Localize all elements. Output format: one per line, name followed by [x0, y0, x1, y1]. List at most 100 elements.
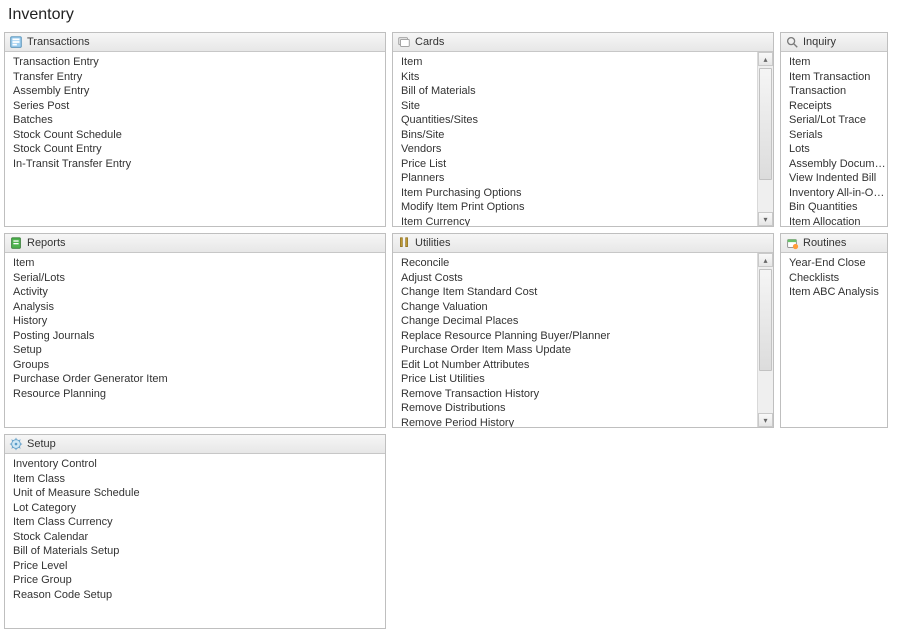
list-item[interactable]: Activity — [13, 285, 385, 300]
list-item[interactable]: Bins/Site — [401, 128, 757, 143]
list-item[interactable]: Change Decimal Places — [401, 314, 757, 329]
list-item[interactable]: Setup — [13, 343, 385, 358]
list-item[interactable]: Lot Category — [13, 501, 385, 516]
list-item[interactable]: Replace Resource Planning Buyer/Planner — [401, 329, 757, 344]
list-item[interactable]: Stock Calendar — [13, 530, 385, 545]
list-item[interactable]: Item Currency — [401, 215, 757, 227]
scrollbar-utilities[interactable]: ▴ ▾ — [757, 253, 773, 427]
scroll-track[interactable] — [758, 66, 773, 212]
panel-header-cards: Cards — [393, 33, 773, 52]
scroll-up-icon[interactable]: ▴ — [758, 52, 773, 66]
panel-title-reports: Reports — [27, 237, 66, 249]
list-item[interactable]: Planners — [401, 171, 757, 186]
list-item[interactable]: Item ABC Analysis — [789, 285, 887, 300]
scroll-up-icon[interactable]: ▴ — [758, 253, 773, 267]
list-setup: Inventory Control Item Class Unit of Mea… — [5, 454, 385, 628]
panel-header-utilities: Utilities — [393, 234, 773, 253]
scroll-track[interactable] — [758, 267, 773, 413]
panel-header-inquiry: Inquiry — [781, 33, 887, 52]
list-item[interactable]: Analysis — [13, 300, 385, 315]
list-item[interactable]: Series Post — [13, 99, 385, 114]
transactions-icon — [9, 35, 23, 49]
list-item[interactable]: Item Purchasing Options — [401, 186, 757, 201]
list-item[interactable]: Reason Code Setup — [13, 588, 385, 603]
list-item[interactable]: Groups — [13, 358, 385, 373]
list-item[interactable]: Item — [13, 256, 385, 271]
panel-cards: Cards Item Kits Bill of Materials Site Q… — [392, 32, 774, 227]
scroll-down-icon[interactable]: ▾ — [758, 212, 773, 226]
list-item[interactable]: Item — [401, 55, 757, 70]
list-item[interactable]: Price Group — [13, 573, 385, 588]
list-item[interactable]: Item Allocation — [789, 215, 887, 227]
panel-title-utilities: Utilities — [415, 237, 450, 249]
list-item[interactable]: Batches — [13, 113, 385, 128]
list-item[interactable]: Kits — [401, 70, 757, 85]
list-item[interactable]: Price List Utilities — [401, 372, 757, 387]
list-item[interactable]: History — [13, 314, 385, 329]
list-item[interactable]: Bill of Materials Setup — [13, 544, 385, 559]
list-reports: Item Serial/Lots Activity Analysis Histo… — [5, 253, 385, 427]
list-item[interactable]: Purchase Order Generator Item — [13, 372, 385, 387]
list-item[interactable]: Remove Transaction History — [401, 387, 757, 402]
list-item[interactable]: Item Class — [13, 472, 385, 487]
list-item[interactable]: Price List — [401, 157, 757, 172]
list-item[interactable]: Transfer Entry — [13, 70, 385, 85]
list-inquiry: Item Item Transaction Transaction Receip… — [781, 52, 887, 226]
panel-header-reports: Reports — [5, 234, 385, 253]
list-item[interactable]: Resource Planning — [13, 387, 385, 402]
cards-icon — [397, 35, 411, 49]
list-item[interactable]: Transaction Entry — [13, 55, 385, 70]
setup-icon — [9, 437, 23, 451]
list-item[interactable]: Year-End Close — [789, 256, 887, 271]
list-item[interactable]: Adjust Costs — [401, 271, 757, 286]
list-item[interactable]: Change Item Standard Cost — [401, 285, 757, 300]
panel-title-setup: Setup — [27, 438, 56, 450]
list-item[interactable]: Modify Item Print Options — [401, 200, 757, 215]
list-item[interactable]: Posting Journals — [13, 329, 385, 344]
scroll-down-icon[interactable]: ▾ — [758, 413, 773, 427]
scroll-thumb[interactable] — [759, 269, 772, 371]
list-item[interactable]: Lots — [789, 142, 887, 157]
list-item[interactable]: Vendors — [401, 142, 757, 157]
list-item[interactable]: In-Transit Transfer Entry — [13, 157, 385, 172]
list-item[interactable]: Stock Count Entry — [13, 142, 385, 157]
list-item[interactable]: Change Valuation — [401, 300, 757, 315]
list-item[interactable]: Remove Distributions — [401, 401, 757, 416]
panel-inquiry: Inquiry Item Item Transaction Transactio… — [780, 32, 888, 227]
list-item[interactable]: Serials — [789, 128, 887, 143]
inquiry-icon — [785, 35, 799, 49]
list-item[interactable]: Assembly Documents — [789, 157, 887, 172]
list-item[interactable]: View Indented Bill — [789, 171, 887, 186]
list-item[interactable]: Bill of Materials — [401, 84, 757, 99]
panel-routines: Routines Year-End Close Checklists Item … — [780, 233, 888, 428]
list-item[interactable]: Inventory All-in-One View — [789, 186, 887, 201]
list-item[interactable]: Site — [401, 99, 757, 114]
list-item[interactable]: Checklists — [789, 271, 887, 286]
list-cards: Item Kits Bill of Materials Site Quantit… — [393, 52, 757, 226]
list-item[interactable]: Stock Count Schedule — [13, 128, 385, 143]
list-item[interactable]: Receipts — [789, 99, 887, 114]
list-item[interactable]: Price Level — [13, 559, 385, 574]
list-item[interactable]: Remove Period History — [401, 416, 757, 428]
scroll-thumb[interactable] — [759, 68, 772, 180]
list-item[interactable]: Item Class Currency — [13, 515, 385, 530]
list-item[interactable]: Bin Quantities — [789, 200, 887, 215]
reports-icon — [9, 236, 23, 250]
list-item[interactable]: Assembly Entry — [13, 84, 385, 99]
list-item[interactable]: Serial/Lots — [13, 271, 385, 286]
list-item[interactable]: Edit Lot Number Attributes — [401, 358, 757, 373]
list-item[interactable]: Item — [789, 55, 887, 70]
list-item[interactable]: Serial/Lot Trace — [789, 113, 887, 128]
panel-title-transactions: Transactions — [27, 36, 90, 48]
panel-title-cards: Cards — [415, 36, 444, 48]
list-item[interactable]: Reconcile — [401, 256, 757, 271]
list-item[interactable]: Quantities/Sites — [401, 113, 757, 128]
list-item[interactable]: Item Transaction — [789, 70, 887, 85]
list-item[interactable]: Transaction — [789, 84, 887, 99]
scrollbar-cards[interactable]: ▴ ▾ — [757, 52, 773, 226]
list-item[interactable]: Purchase Order Item Mass Update — [401, 343, 757, 358]
list-item[interactable]: Unit of Measure Schedule — [13, 486, 385, 501]
list-routines: Year-End Close Checklists Item ABC Analy… — [781, 253, 887, 427]
routines-icon — [785, 236, 799, 250]
list-item[interactable]: Inventory Control — [13, 457, 385, 472]
